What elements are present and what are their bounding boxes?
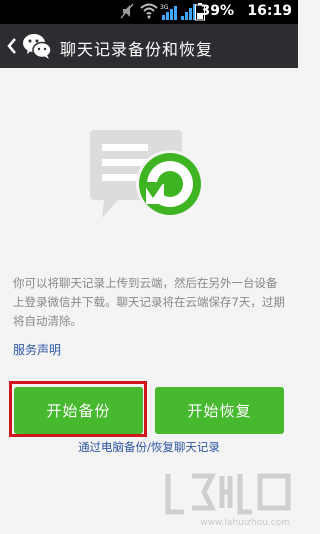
page-title: 聊天记录备份和恢复 — [60, 40, 214, 59]
battery-percent: 39% — [200, 3, 234, 19]
wifi-icon — [140, 3, 158, 19]
pc-backup-link[interactable]: 通过电脑备份/恢复聊天记录 — [0, 439, 298, 455]
watermark-url: www.lahuizhou.com — [200, 518, 290, 528]
status-bar: 3G 39% 16:19 — [0, 0, 298, 24]
wechat-logo-icon — [23, 34, 52, 59]
chevron-left-icon[interactable] — [4, 34, 22, 58]
3g-signal-icon: 3G — [160, 4, 177, 20]
watermark-logo-icon — [165, 473, 291, 515]
description-text: 你可以将聊天记录上传到云端，然后在另外一台设备上登录微信并下载。聊天记录将在云端… — [13, 276, 285, 328]
title-bar: 聊天记录备份和恢复 — [0, 24, 298, 68]
signal-icon — [181, 4, 196, 20]
watermark: www.lahuizhou.com — [160, 468, 294, 530]
mute-icon — [120, 3, 134, 19]
chat-restore-icon — [90, 130, 204, 218]
terms-link[interactable]: 服务声明 — [13, 341, 61, 358]
clock: 16:19 — [247, 3, 292, 19]
highlight-box — [9, 381, 147, 437]
svg-text:3G: 3G — [160, 4, 169, 11]
start-restore-button[interactable]: 开始恢复 — [155, 387, 284, 434]
